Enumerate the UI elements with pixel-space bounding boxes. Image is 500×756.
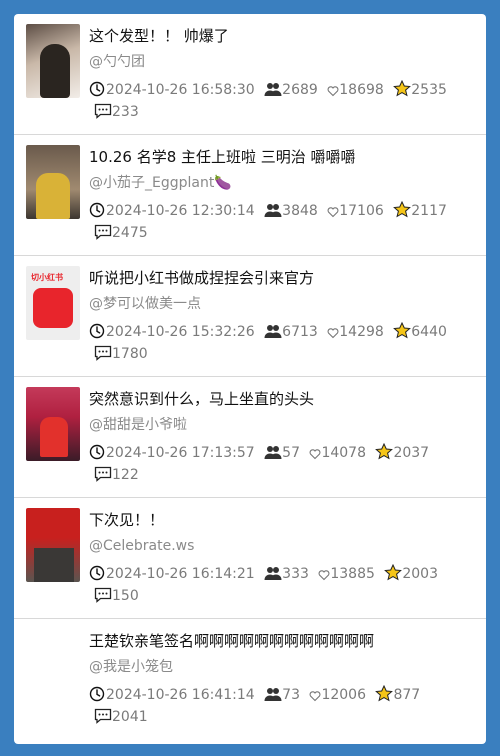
post-star-count: 2535 <box>411 82 447 98</box>
people-icon <box>264 82 282 98</box>
post-thumbnail[interactable] <box>26 24 80 98</box>
star-icon[interactable] <box>393 200 412 219</box>
post-title[interactable]: 10.26 名学8 主任上班啦 三明治 嚼嚼嚼 <box>89 146 474 168</box>
post-people-count: 57 <box>282 445 300 461</box>
thumbnail-text: 切小红书 <box>31 273 63 282</box>
star-icon[interactable] <box>375 684 394 703</box>
post-title[interactable]: 下次见！！ <box>89 509 474 531</box>
star-icon[interactable] <box>393 79 412 98</box>
post-card[interactable]: 这个发型！！ 帅爆了 @勺勺团 2024-10-26 16:58:30 2689… <box>14 14 486 135</box>
clock-icon <box>89 323 106 340</box>
post-comment-count: 1780 <box>112 346 148 362</box>
post-thumbnail[interactable]: 切小红书 <box>26 266 80 340</box>
post-comment-count: 150 <box>112 588 139 604</box>
post-time: 2024-10-26 16:58:30 <box>106 82 255 98</box>
comment-icon[interactable] <box>94 587 112 604</box>
heart-icon[interactable] <box>327 82 339 98</box>
post-body: 突然意识到什么，马上坐直的头头 @甜甜是小爷啦 2024-10-26 17:13… <box>89 387 474 497</box>
post-author[interactable]: @小茄子_Eggplant🍆 <box>89 172 474 194</box>
post-like-count: 14078 <box>321 445 366 461</box>
post-people-count: 3848 <box>282 203 318 219</box>
clock-icon <box>89 81 106 98</box>
post-feed: 这个发型！！ 帅爆了 @勺勺团 2024-10-26 16:58:30 2689… <box>14 14 486 744</box>
post-people-count: 2689 <box>282 82 318 98</box>
post-card[interactable]: 突然意识到什么，马上坐直的头头 @甜甜是小爷啦 2024-10-26 17:13… <box>14 377 486 498</box>
post-comment-count: 122 <box>112 467 139 483</box>
post-comment-count: 2041 <box>112 709 148 725</box>
comment-icon[interactable] <box>94 345 112 362</box>
post-comment-count: 233 <box>112 104 139 120</box>
clock-icon <box>89 686 106 703</box>
post-time: 2024-10-26 17:13:57 <box>106 445 255 461</box>
post-star-count: 2117 <box>411 203 447 219</box>
heart-icon[interactable] <box>318 566 330 582</box>
post-title[interactable]: 突然意识到什么，马上坐直的头头 <box>89 388 474 410</box>
post-stats: 2024-10-26 17:13:57 57 14078 2037 122 <box>89 442 461 486</box>
post-body: 下次见！！ @Celebrate.ws 2024-10-26 16:14:21 … <box>89 508 474 618</box>
clock-icon <box>89 565 106 582</box>
post-stats: 2024-10-26 16:14:21 333 13885 2003 150 <box>89 563 461 607</box>
post-stats: 2024-10-26 16:41:14 73 12006 877 2041 <box>89 684 461 728</box>
post-time: 2024-10-26 12:30:14 <box>106 203 255 219</box>
post-card[interactable]: 切小红书 听说把小红书做成捏捏会引来官方 @梦可以做美一点 2024-10-26… <box>14 256 486 377</box>
comment-icon[interactable] <box>94 224 112 241</box>
post-title[interactable]: 这个发型！！ 帅爆了 <box>89 25 474 47</box>
star-icon[interactable] <box>393 321 412 340</box>
post-like-count: 14298 <box>339 324 384 340</box>
people-icon <box>264 445 282 461</box>
heart-icon[interactable] <box>309 687 321 703</box>
post-like-count: 17106 <box>339 203 384 219</box>
post-star-count: 2037 <box>393 445 430 461</box>
post-author[interactable]: @勺勺团 <box>89 51 474 73</box>
post-star-count: 2003 <box>402 566 438 582</box>
post-time: 2024-10-26 16:14:21 <box>106 566 255 582</box>
clock-icon <box>89 444 106 461</box>
people-icon <box>264 324 282 340</box>
comment-icon[interactable] <box>94 708 112 725</box>
post-people-count: 333 <box>282 566 309 582</box>
post-people-count: 6713 <box>282 324 318 340</box>
post-card[interactable]: 10.26 名学8 主任上班啦 三明治 嚼嚼嚼 @小茄子_Eggplant🍆 2… <box>14 135 486 256</box>
post-like-count: 12006 <box>321 687 366 703</box>
post-time: 2024-10-26 15:32:26 <box>106 324 255 340</box>
red-box-shape <box>33 288 73 328</box>
post-card[interactable]: 下次见！！ @Celebrate.ws 2024-10-26 16:14:21 … <box>14 498 486 619</box>
post-stats: 2024-10-26 16:58:30 2689 18698 2535 233 <box>89 79 461 123</box>
comment-icon[interactable] <box>94 103 112 120</box>
post-body: 10.26 名学8 主任上班啦 三明治 嚼嚼嚼 @小茄子_Eggplant🍆 2… <box>89 145 474 255</box>
post-stats: 2024-10-26 15:32:26 6713 14298 6440 1780 <box>89 321 461 365</box>
post-title[interactable]: 王楚钦亲笔签名啊啊啊啊啊啊啊啊啊啊啊啊 <box>89 630 474 652</box>
post-thumbnail[interactable] <box>26 629 80 703</box>
post-thumbnail[interactable] <box>26 387 80 461</box>
people-icon <box>264 203 282 219</box>
post-author[interactable]: @梦可以做美一点 <box>89 293 474 315</box>
people-icon <box>264 687 282 703</box>
post-thumbnail[interactable] <box>26 145 80 219</box>
heart-icon[interactable] <box>309 445 321 461</box>
people-icon <box>264 566 282 582</box>
post-like-count: 18698 <box>339 82 384 98</box>
clock-icon <box>89 202 106 219</box>
post-stats: 2024-10-26 12:30:14 3848 17106 2117 2475 <box>89 200 461 244</box>
heart-icon[interactable] <box>327 203 339 219</box>
post-time: 2024-10-26 16:41:14 <box>106 687 255 703</box>
comment-icon[interactable] <box>94 466 112 483</box>
post-body: 王楚钦亲笔签名啊啊啊啊啊啊啊啊啊啊啊啊 @我是小笼包 2024-10-26 16… <box>89 629 474 740</box>
post-people-count: 73 <box>282 687 300 703</box>
post-title[interactable]: 听说把小红书做成捏捏会引来官方 <box>89 267 474 289</box>
post-like-count: 13885 <box>330 566 375 582</box>
heart-icon[interactable] <box>327 324 339 340</box>
post-author[interactable]: @甜甜是小爷啦 <box>89 414 474 436</box>
post-body: 这个发型！！ 帅爆了 @勺勺团 2024-10-26 16:58:30 2689… <box>89 24 474 134</box>
post-card[interactable]: 王楚钦亲笔签名啊啊啊啊啊啊啊啊啊啊啊啊 @我是小笼包 2024-10-26 16… <box>14 619 486 740</box>
post-author[interactable]: @我是小笼包 <box>89 656 474 678</box>
post-body: 听说把小红书做成捏捏会引来官方 @梦可以做美一点 2024-10-26 15:3… <box>89 266 474 376</box>
post-star-count: 6440 <box>411 324 447 340</box>
post-star-count: 877 <box>393 687 421 703</box>
post-comment-count: 2475 <box>112 225 148 241</box>
post-author[interactable]: @Celebrate.ws <box>89 535 474 557</box>
star-icon[interactable] <box>384 563 403 582</box>
post-thumbnail[interactable] <box>26 508 80 582</box>
star-icon[interactable] <box>375 442 394 461</box>
